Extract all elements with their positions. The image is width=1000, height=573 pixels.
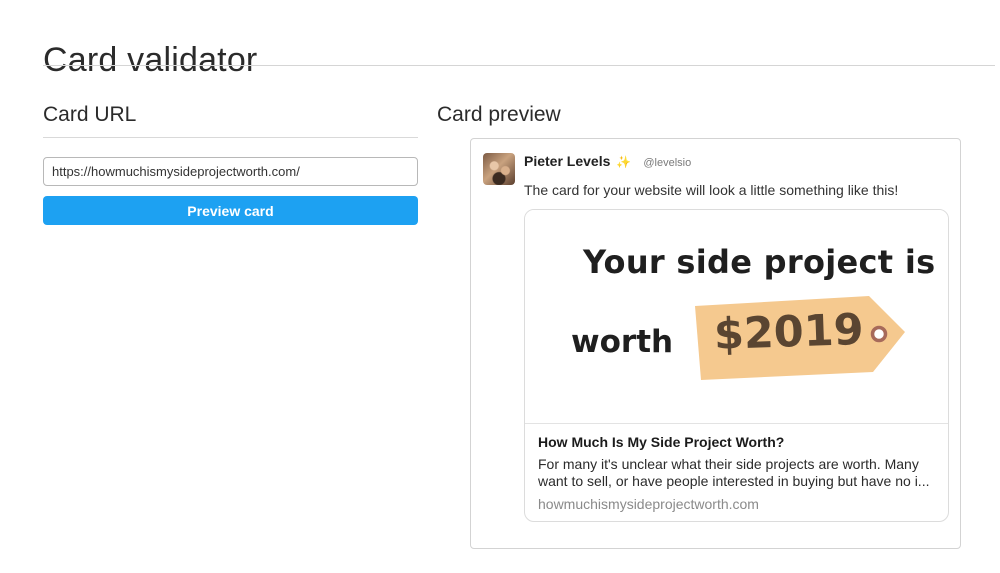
link-card[interactable]: Your side project is worth $2019 How Muc… <box>524 209 949 522</box>
user-handle: @levelsio <box>643 157 692 169</box>
avatar <box>483 153 515 185</box>
card-url-section: Card URL Preview card <box>43 103 418 225</box>
card-image-headline: Your side project is <box>583 243 936 281</box>
card-image-price: $2019 <box>713 304 865 360</box>
title-divider <box>43 65 995 66</box>
card-preview-panel: Pieter Levels ✨ @levelsio The card for y… <box>470 138 961 549</box>
card-image: Your side project is worth $2019 <box>525 210 948 423</box>
card-url-input[interactable] <box>43 157 418 186</box>
tweet-text: The card for your website will look a li… <box>524 182 899 198</box>
tweet-author: Pieter Levels ✨ @levelsio <box>524 153 691 169</box>
card-url-heading: Card URL <box>43 103 137 126</box>
card-preview-heading: Card preview <box>437 103 561 126</box>
page-title: Card validator <box>43 40 258 79</box>
card-domain: howmuchismysideprojectworth.com <box>538 496 759 512</box>
card-image-worth: worth <box>571 324 674 360</box>
card-description: For many it's unclear what their side pr… <box>538 456 930 489</box>
preview-card-button[interactable]: Preview card <box>43 196 418 225</box>
user-name: Pieter Levels <box>524 153 611 169</box>
card-url-divider <box>43 137 418 138</box>
card-divider <box>525 423 948 424</box>
card-title: How Much Is My Side Project Worth? <box>538 434 785 450</box>
sparkle-icon: ✨ <box>616 155 632 169</box>
